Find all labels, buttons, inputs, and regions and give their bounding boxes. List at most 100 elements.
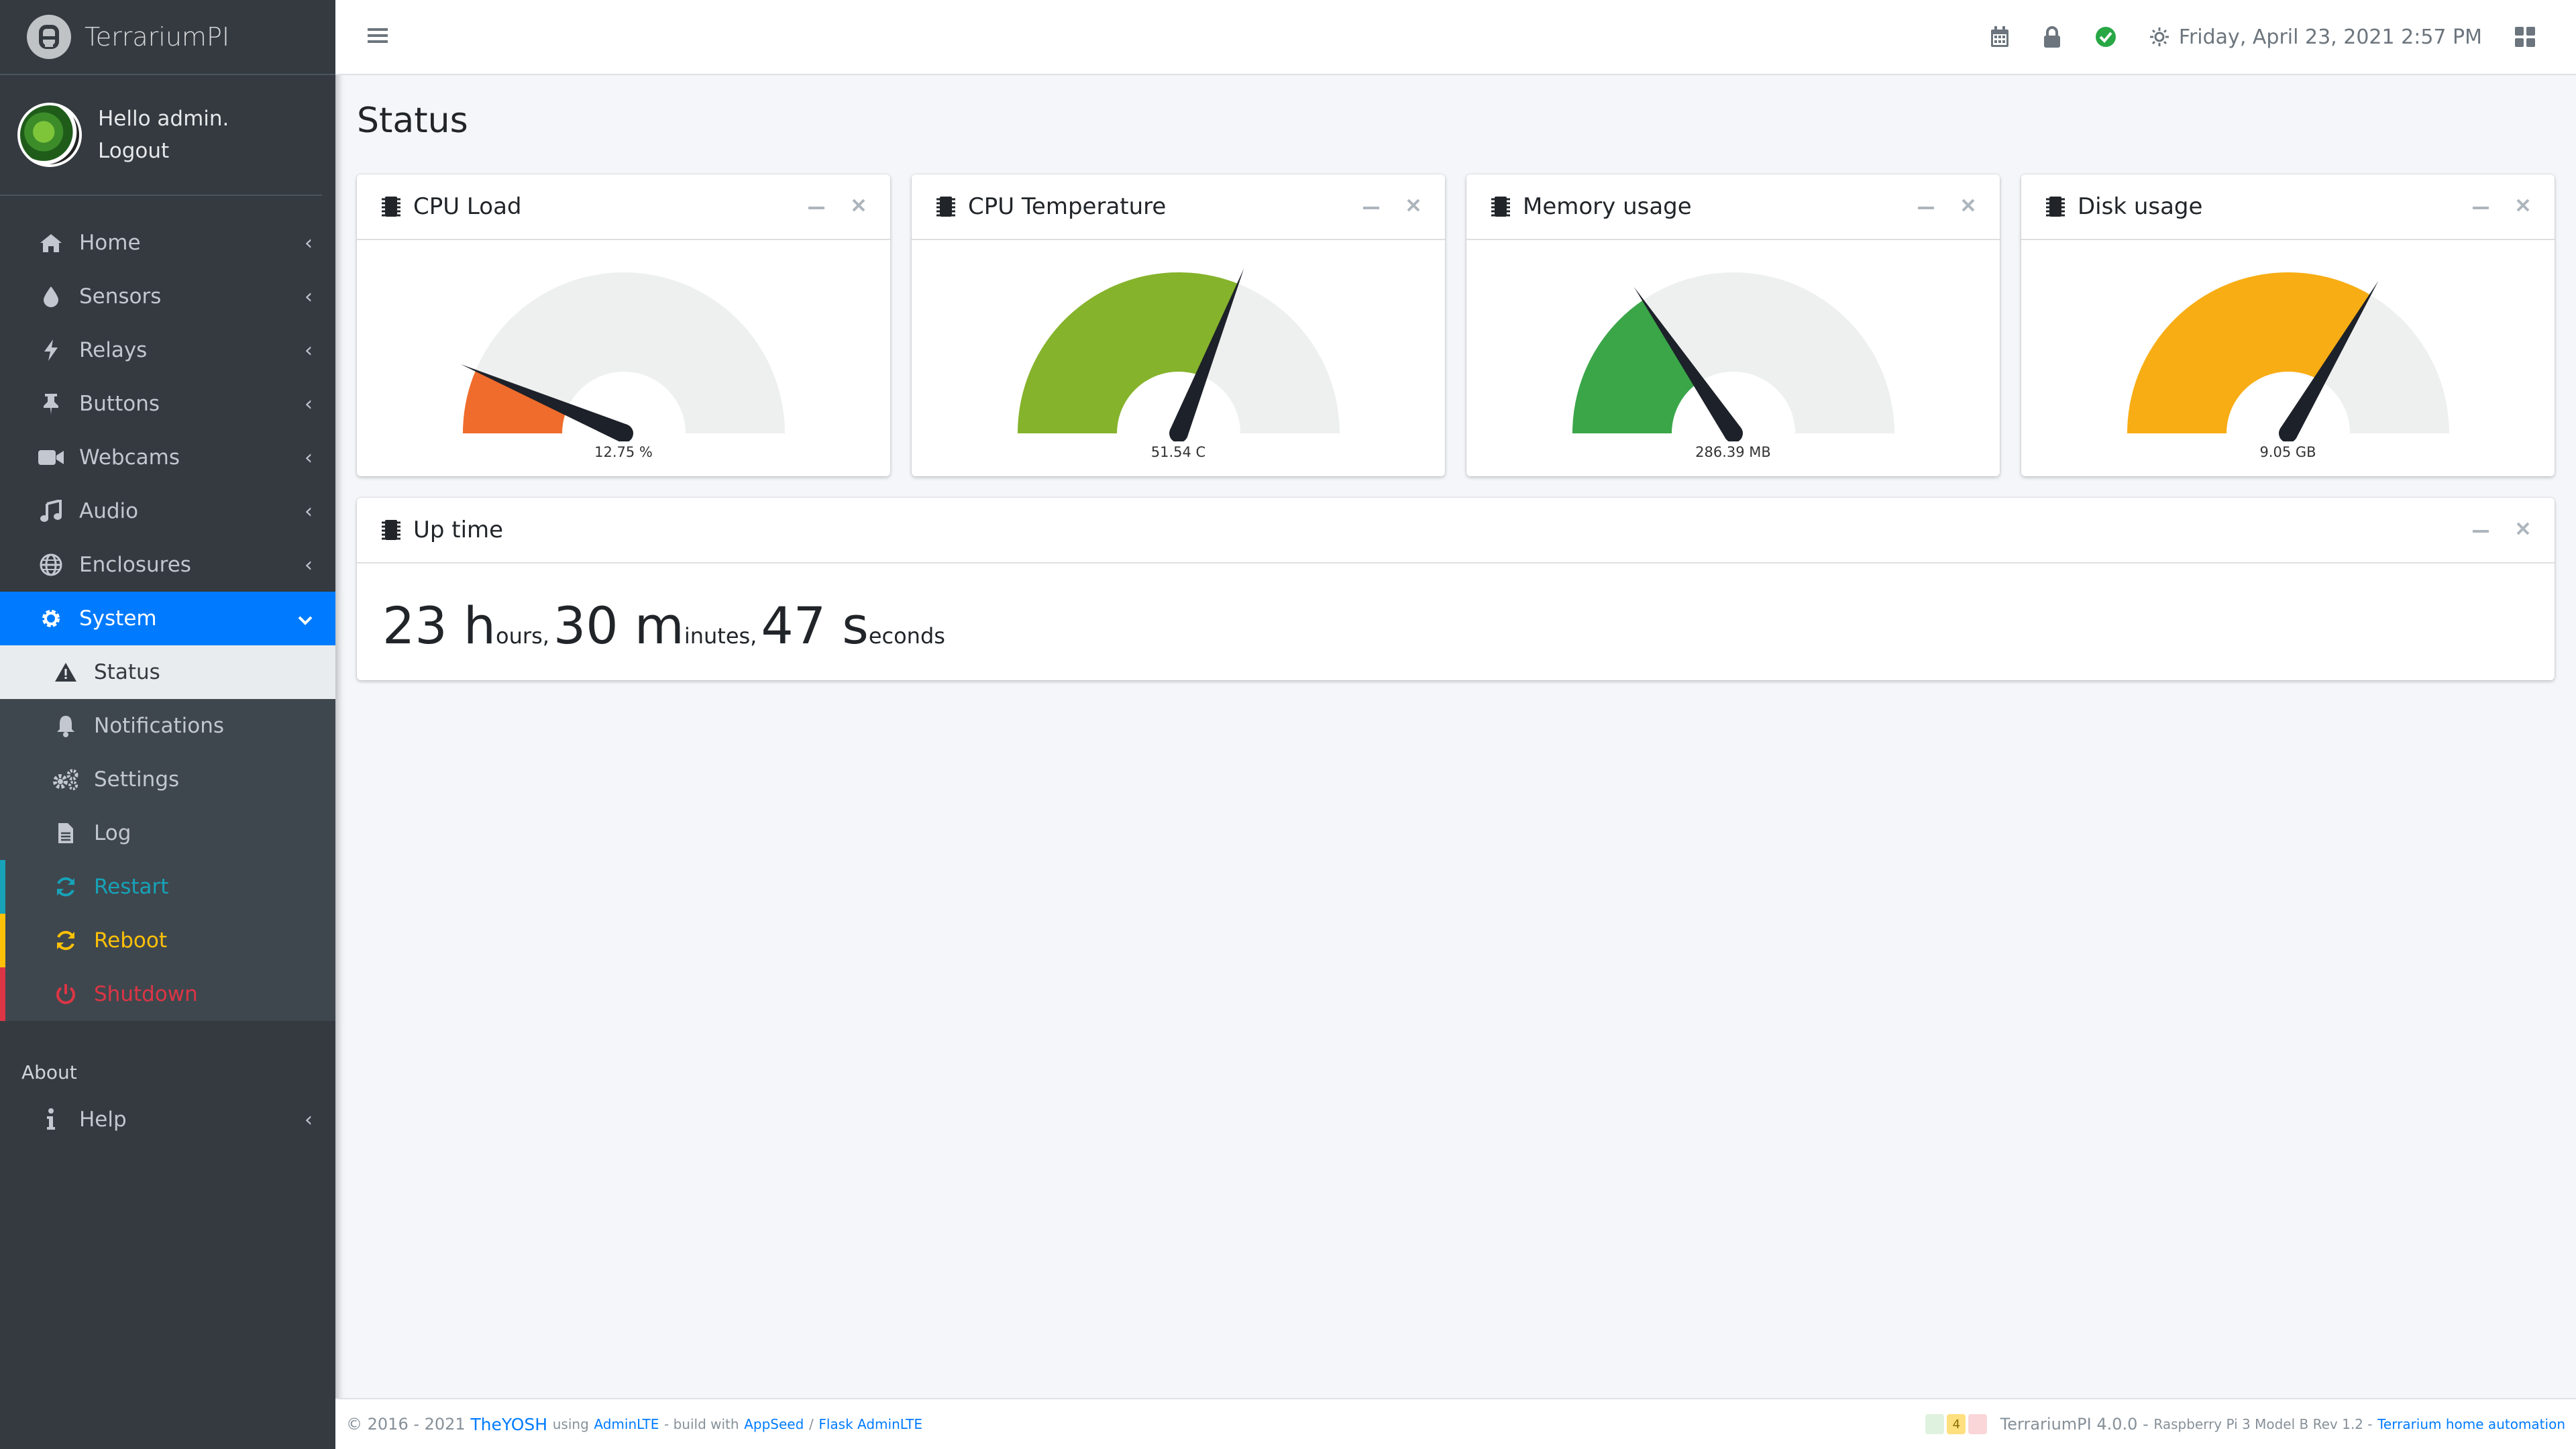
status-badge-warning[interactable]: 4 <box>1947 1414 1966 1434</box>
microchip-icon <box>936 194 956 219</box>
cpu-temperature-gauge <box>1017 268 1340 441</box>
sidebar-item-restart[interactable]: Restart <box>0 860 335 914</box>
sidebar-item-label: Home <box>79 231 141 255</box>
disk-usage-gauge <box>2127 272 2449 441</box>
sidebar-item-label: Relays <box>79 338 148 362</box>
gauge-fill <box>1017 272 1238 433</box>
footer-version: TerrariumPI 4.0.0 <box>2000 1415 2138 1434</box>
gauge-card-cpu-load: CPU Load 12.75 % <box>357 174 890 476</box>
sidebar-item-label: Enclosures <box>79 553 191 577</box>
status-badge-error[interactable] <box>1968 1414 1988 1434</box>
footer-slash: / <box>808 1416 814 1432</box>
globe-icon <box>36 553 66 576</box>
footer-using: using <box>552 1416 589 1432</box>
sidebar-item-status[interactable]: Status <box>0 645 335 699</box>
sidebar-item-log[interactable]: Log <box>0 806 335 860</box>
status-badge-ok[interactable] <box>1925 1414 1945 1434</box>
chevron-left-icon: ‹ <box>305 284 313 309</box>
sidebar-item-label: Audio <box>79 499 139 523</box>
microchip-icon <box>1491 194 1511 219</box>
sidebar-item-help[interactable]: Help ‹ <box>0 1093 335 1146</box>
adminlte-link[interactable]: AdminLTE <box>594 1416 659 1432</box>
cpu-load-gauge <box>460 272 785 441</box>
datetime-text: Friday, April 23, 2021 2:57 PM <box>2178 25 2482 49</box>
gauge-value: 9.05 GB <box>2259 444 2316 460</box>
lock-icon[interactable] <box>2042 25 2062 48</box>
minimize-icon[interactable] <box>2473 524 2489 537</box>
footer: © 2016 - 2021 TheYOSH using AdminLTE - b… <box>335 1398 2576 1449</box>
gauge-card-disk-usage: Disk usage 9.05 GB <box>2021 174 2555 476</box>
close-icon[interactable] <box>1406 198 1421 215</box>
sidebar-item-label: Shutdown <box>94 982 198 1006</box>
sidebar-item-settings[interactable]: Settings <box>0 753 335 806</box>
minimize-icon[interactable] <box>1918 201 1934 213</box>
sidebar-item-shutdown[interactable]: Shutdown <box>0 967 335 1021</box>
close-icon[interactable] <box>2516 198 2530 215</box>
uptime-seconds-unit: econds <box>868 623 945 649</box>
sidebar-item-label: Status <box>94 660 160 684</box>
card-title: Memory usage <box>1523 193 1692 220</box>
appseed-link[interactable]: AppSeed <box>744 1416 804 1432</box>
sidebar-item-label: Sensors <box>79 284 162 309</box>
footer-build-with: - build with <box>664 1416 739 1432</box>
power-off-icon <box>51 983 80 1006</box>
uptime-minutes-unit: inutes, <box>684 623 757 649</box>
thumbtack-icon <box>36 392 66 415</box>
droplet-icon <box>36 285 66 308</box>
footer-dash: - <box>2143 1415 2149 1434</box>
logout-link[interactable]: Logout <box>98 135 229 167</box>
bolt-icon <box>36 339 66 362</box>
flask-adminlte-link[interactable]: Flask AdminLTE <box>818 1416 922 1432</box>
chevron-left-icon: ‹ <box>305 553 313 577</box>
minimize-icon[interactable] <box>1363 201 1379 213</box>
project-link[interactable]: Terrarium home automation <box>2377 1416 2565 1432</box>
dashboard-grid-icon[interactable] <box>2514 26 2536 48</box>
close-icon[interactable] <box>1961 198 1976 215</box>
sidebar-item-notifications[interactable]: Notifications <box>0 699 335 753</box>
close-icon[interactable] <box>851 198 866 215</box>
close-icon[interactable] <box>2516 521 2530 539</box>
card-title: Up time <box>413 517 504 543</box>
page-title: Status <box>357 101 468 141</box>
sidebar-item-home[interactable]: Home ‹ <box>0 216 335 270</box>
sidebar-item-enclosures[interactable]: Enclosures ‹ <box>0 538 335 592</box>
sidebar-item-webcams[interactable]: Webcams ‹ <box>0 431 335 484</box>
author-link[interactable]: TheYOSH <box>470 1415 547 1434</box>
chevron-left-icon: ‹ <box>305 445 313 470</box>
chevron-left-icon: ‹ <box>305 499 313 523</box>
card-title: CPU Temperature <box>968 193 1167 220</box>
sidebar-item-label: Reboot <box>94 928 167 953</box>
sidebar-item-relays[interactable]: Relays ‹ <box>0 323 335 377</box>
sidebar-item-sensors[interactable]: Sensors ‹ <box>0 270 335 323</box>
sidebar-item-audio[interactable]: Audio ‹ <box>0 484 335 538</box>
avatar[interactable] <box>17 103 82 167</box>
user-greeting: Hello admin. <box>98 107 229 131</box>
minimize-icon[interactable] <box>2473 201 2489 213</box>
uptime-hours: 23 h <box>382 596 496 655</box>
music-icon <box>36 500 66 523</box>
gauge-card-memory-usage: Memory usage 286.39 MB <box>1466 174 2000 476</box>
chevron-left-icon: ‹ <box>305 338 313 362</box>
check-circle-icon[interactable] <box>2094 25 2117 48</box>
menu-toggle-icon[interactable] <box>366 25 389 48</box>
top-navbar: Friday, April 23, 2021 2:57 PM <box>335 0 2576 75</box>
sidebar-item-reboot[interactable]: Reboot <box>0 914 335 967</box>
minimize-icon[interactable] <box>808 201 824 213</box>
brand-link[interactable]: TerrariumPI <box>0 0 335 75</box>
uptime-minutes: 30 m <box>553 596 684 655</box>
gauge-value: 12.75 % <box>594 444 653 460</box>
home-icon <box>36 232 66 254</box>
sidebar-item-label: Buttons <box>79 392 160 416</box>
datetime-display: Friday, April 23, 2021 2:57 PM <box>2149 25 2482 49</box>
sidebar-item-system[interactable]: System <box>0 592 335 645</box>
gauge-card-cpu-temperature: CPU Temperature 51.54 C <box>912 174 1445 476</box>
bell-icon <box>51 714 80 737</box>
microchip-icon <box>2045 194 2065 219</box>
calendar-icon[interactable] <box>1990 25 2010 48</box>
sidebar-item-label: Notifications <box>94 714 225 738</box>
sidebar-item-buttons[interactable]: Buttons ‹ <box>0 377 335 431</box>
sidebar-item-label: Log <box>94 821 131 845</box>
card-title: Disk usage <box>2078 193 2203 220</box>
microchip-icon <box>381 517 401 543</box>
cogs-icon <box>51 768 80 791</box>
